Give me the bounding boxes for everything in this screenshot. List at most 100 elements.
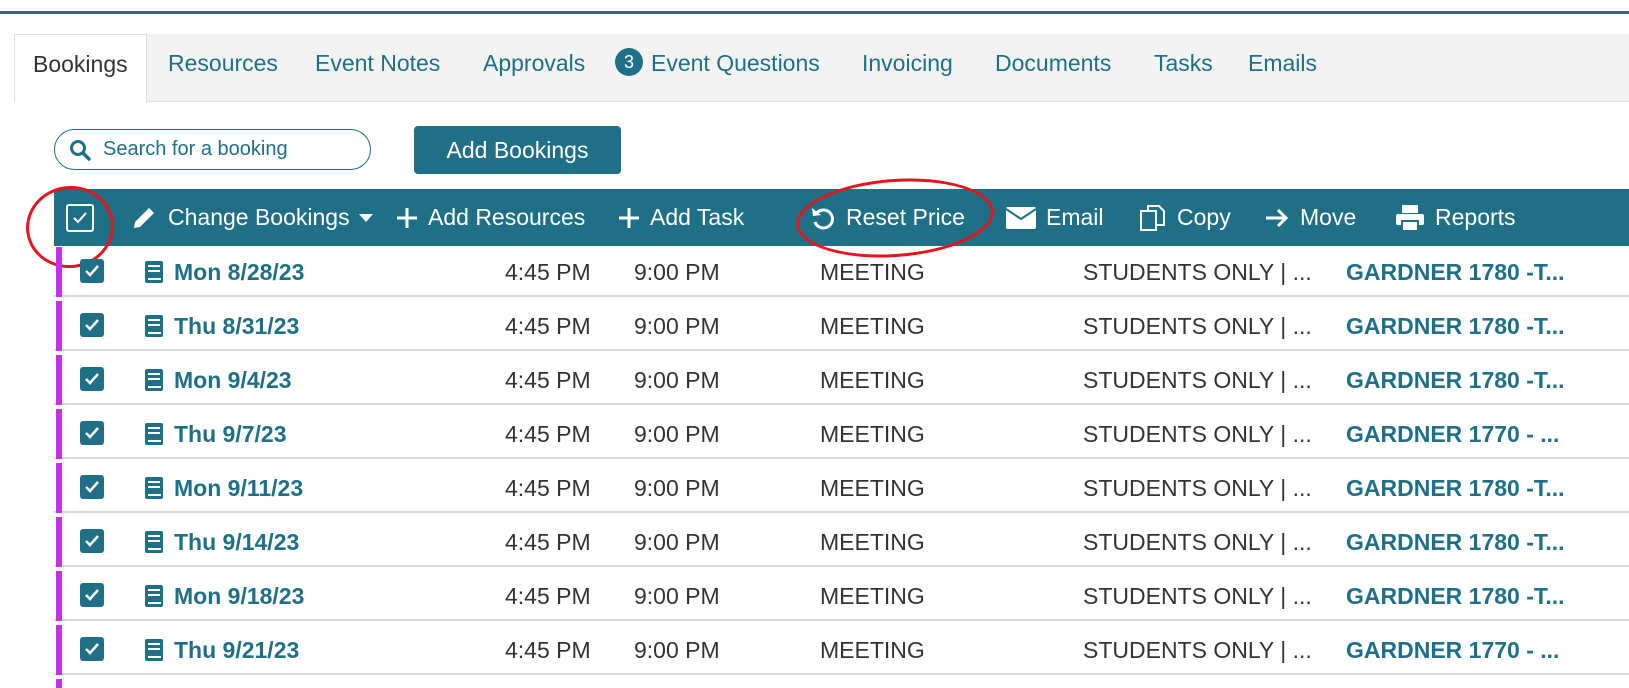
row-marker — [56, 247, 62, 297]
end-time: 9:00 PM — [634, 313, 720, 339]
booking-date-link[interactable]: Thu 8/31/23 — [174, 301, 299, 351]
booking-date-link[interactable]: Thu 9/21/23 — [174, 625, 299, 675]
room-name: GARDNER 1780 -T... — [1346, 529, 1565, 555]
room-name: GARDNER 1780 -T... — [1346, 475, 1565, 501]
tab-bookings[interactable]: Bookings — [14, 34, 147, 103]
envelope-icon — [1006, 206, 1036, 229]
event-type: MEETING — [820, 529, 925, 555]
start-time: 4:45 PM — [505, 367, 591, 393]
room-name: GARDNER 1780 -T... — [1346, 583, 1565, 609]
booking-date-link[interactable]: Mon 8/28/23 — [174, 247, 304, 297]
table-row: Mon 9/11/23 4:45 PM 9:00 PM MEETING STUDENTS… — [54, 463, 1629, 513]
change-bookings-dropdown[interactable]: Change Bookings — [130, 189, 374, 246]
end-time: 9:00 PM — [634, 367, 720, 393]
tab-emails[interactable]: Emails — [1248, 34, 1317, 101]
row-marker — [56, 517, 62, 567]
tab-approvals[interactable]: Approvals — [483, 34, 585, 101]
search-box[interactable] — [54, 129, 371, 170]
book-icon — [145, 315, 163, 337]
booking-date-link[interactable]: Thu 9/7/23 — [174, 409, 286, 459]
end-time: 9:00 PM — [634, 475, 720, 501]
select-all-checkbox[interactable] — [66, 204, 94, 232]
checkmark-icon — [73, 212, 87, 224]
checkmark-icon — [85, 265, 99, 277]
search-input[interactable] — [101, 137, 355, 162]
booking-date-link[interactable]: Thu 9/14/23 — [174, 517, 299, 567]
checkmark-icon — [85, 589, 99, 601]
group-name: STUDENTS ONLY | ... — [1083, 367, 1312, 393]
checkmark-icon — [85, 319, 99, 331]
checkmark-icon — [85, 427, 99, 439]
group-name: STUDENTS ONLY | ... — [1083, 583, 1312, 609]
reset-price-button[interactable]: Reset Price — [810, 189, 965, 246]
row-checkbox[interactable] — [80, 637, 104, 661]
add-task-button[interactable]: Add Task — [618, 189, 744, 246]
start-time: 4:45 PM — [505, 583, 591, 609]
group-name: STUDENTS ONLY | ... — [1083, 259, 1312, 285]
book-icon — [145, 369, 163, 391]
tab-documents[interactable]: Documents — [995, 34, 1111, 101]
top-accent-line — [0, 11, 1629, 14]
row-checkbox[interactable] — [80, 529, 104, 553]
row-checkbox[interactable] — [80, 583, 104, 607]
end-time: 9:00 PM — [634, 421, 720, 447]
tab-event-notes[interactable]: Event Notes — [315, 34, 440, 101]
book-icon — [145, 531, 163, 553]
end-time: 9:00 PM — [634, 637, 720, 663]
room-name: GARDNER 1780 -T... — [1346, 367, 1565, 393]
table-row: Mon 9/18/23 4:45 PM 9:00 PM MEETING STUDENTS… — [54, 571, 1629, 621]
tab-resources[interactable]: Resources — [168, 34, 278, 101]
row-checkbox[interactable] — [80, 367, 104, 391]
reports-button[interactable]: Reports — [1395, 189, 1516, 246]
booking-date-link[interactable]: Mon 9/4/23 — [174, 355, 292, 405]
start-time: 4:45 PM — [505, 421, 591, 447]
start-time: 4:45 PM — [505, 529, 591, 555]
room-name: GARDNER 1770 - ... — [1346, 421, 1560, 447]
row-marker — [56, 355, 62, 405]
group-name: STUDENTS ONLY | ... — [1083, 475, 1312, 501]
printer-icon — [1396, 204, 1424, 232]
email-button[interactable]: Email — [1006, 189, 1104, 246]
table-row: Thu 8/31/23 4:45 PM 9:00 PM MEETING STUDENTS… — [54, 301, 1629, 351]
room-name: GARDNER 1780 -T... — [1346, 259, 1565, 285]
row-marker — [56, 679, 62, 688]
tab-tasks[interactable]: Tasks — [1154, 34, 1213, 101]
booking-date-link[interactable]: Mon 9/18/23 — [174, 571, 304, 621]
row-marker — [56, 571, 62, 621]
caret-down-icon — [358, 213, 373, 222]
table-row: Thu 9/7/23 4:45 PM 9:00 PM MEETING STUDENTS … — [54, 409, 1629, 459]
booking-date-link[interactable]: Mon 9/11/23 — [174, 463, 303, 513]
copy-icon — [1140, 204, 1165, 231]
row-marker — [56, 301, 62, 351]
add-bookings-button[interactable]: Add Bookings — [414, 126, 621, 174]
count-badge: 3 — [615, 48, 643, 76]
plus-icon — [619, 207, 639, 228]
checkmark-icon — [85, 481, 99, 493]
checkmark-icon — [85, 373, 99, 385]
row-checkbox[interactable] — [80, 313, 104, 337]
tab-invoicing[interactable]: Invoicing — [862, 34, 953, 101]
row-marker — [56, 625, 62, 675]
book-icon — [145, 423, 163, 445]
table-row: Thu 9/21/23 4:45 PM 9:00 PM MEETING STUDENTS… — [54, 625, 1629, 675]
row-checkbox[interactable] — [80, 475, 104, 499]
row-checkbox[interactable] — [80, 259, 104, 283]
tab-event-questions[interactable]: 3 Event Questions — [615, 34, 820, 101]
copy-button[interactable]: Copy — [1139, 189, 1231, 246]
move-button[interactable]: Move — [1264, 189, 1356, 246]
book-icon — [145, 477, 163, 499]
event-type: MEETING — [820, 313, 925, 339]
event-type: MEETING — [820, 583, 925, 609]
add-resources-button[interactable]: Add Resources — [396, 189, 585, 246]
pencil-icon — [134, 207, 154, 228]
end-time: 9:00 PM — [634, 259, 720, 285]
checkmark-icon — [85, 643, 99, 655]
row-checkbox[interactable] — [80, 421, 104, 445]
event-type: MEETING — [820, 475, 925, 501]
end-time: 9:00 PM — [634, 529, 720, 555]
undo-icon — [812, 207, 834, 229]
table-row: Mon 8/28/23 4:45 PM 9:00 PM MEETING STUDENTS… — [54, 247, 1629, 297]
group-name: STUDENTS ONLY | ... — [1083, 421, 1312, 447]
start-time: 4:45 PM — [505, 259, 591, 285]
start-time: 4:45 PM — [505, 475, 591, 501]
